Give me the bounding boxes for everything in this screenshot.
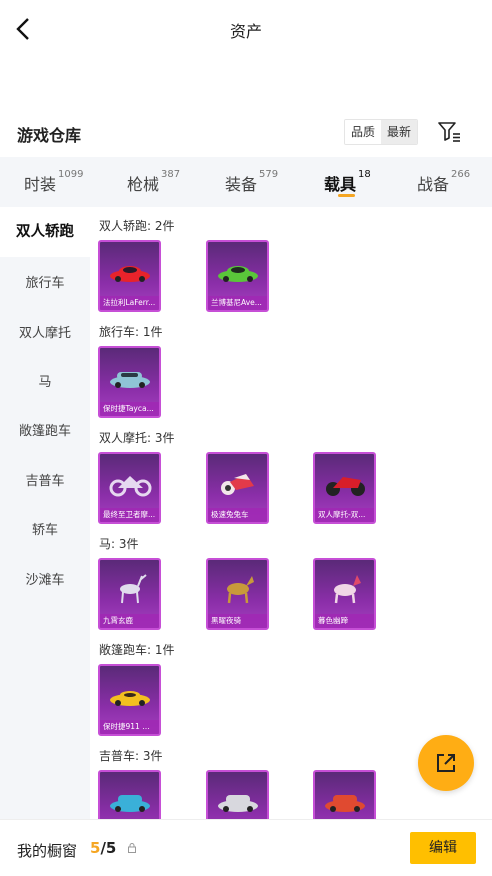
lock-icon <box>128 843 136 853</box>
vehicle-type-sidebar: 双人轿跑 旅行车 双人摩托 马 敞篷跑车 吉普车 轿车 沙滩车 <box>0 207 90 819</box>
vehicle-card[interactable]: 保时捷911 敞... <box>98 664 161 736</box>
tab-label: 枪械 <box>127 175 160 194</box>
vehicle-card[interactable] <box>206 770 269 819</box>
blue-suv-icon <box>110 795 150 812</box>
tab-count: 579 <box>259 169 279 180</box>
vehicle-card[interactable]: 黑曜夜骑 <box>206 558 269 630</box>
group-label: 双人轿跑: 2件 <box>99 219 175 233</box>
tab-label: 时装 <box>24 175 57 194</box>
sidebar-item-sedan[interactable]: 轿车 <box>0 519 90 538</box>
vehicle-card[interactable]: 双人摩托-双... <box>313 452 376 524</box>
group-label: 双人摩托: 3件 <box>99 431 175 445</box>
vehicle-card[interactable] <box>98 770 161 819</box>
tab-label: 装备 <box>225 175 258 194</box>
header: 资产 <box>0 0 492 60</box>
tab-weapons[interactable]: 枪械387 <box>127 169 181 195</box>
showcase-current: 5 <box>90 839 101 857</box>
vehicle-card[interactable] <box>313 770 376 819</box>
gold-horse-icon <box>227 576 254 604</box>
vehicle-card[interactable]: 保时捷Tayca... <box>98 346 161 418</box>
group-label: 旅行车: 1件 <box>99 325 163 339</box>
sidebar-item-horse[interactable]: 马 <box>0 371 90 390</box>
vehicle-name: 双人摩托-双... <box>315 508 374 522</box>
red-suv-icon <box>325 795 365 812</box>
sidebar-item-motorcycle[interactable]: 双人摩托 <box>0 322 90 341</box>
category-tabs: 时装1099 枪械387 装备579 载具18 战备266 <box>0 157 492 207</box>
tab-supplies[interactable]: 战备266 <box>417 169 471 195</box>
sidebar-item-beach-buggy[interactable]: 沙滩车 <box>0 569 90 588</box>
vehicle-name: 保时捷911 敞... <box>100 720 159 734</box>
sort-quality-option[interactable]: 品质 <box>345 120 382 144</box>
yellow-convertible-icon <box>110 691 150 706</box>
sort-newest-option[interactable]: 最新 <box>381 120 418 144</box>
silver-suv-icon <box>218 795 258 812</box>
vehicle-name: 九霄玄鹿 <box>100 614 159 628</box>
page-title: 资产 <box>229 22 262 41</box>
sidebar-item-wagon[interactable]: 旅行车 <box>0 272 90 291</box>
vehicle-card[interactable]: 法拉利LaFerr... <box>98 240 161 312</box>
pink-horse-icon <box>334 575 361 604</box>
tab-label: 战备 <box>417 175 450 194</box>
filter-icon[interactable] <box>436 119 462 143</box>
vehicle-card[interactable]: 最终至卫者摩... <box>98 452 161 524</box>
vehicle-name: 法拉利LaFerr... <box>100 296 159 310</box>
sidebar-item-jeep[interactable]: 吉普车 <box>0 470 90 489</box>
showcase-max: 5 <box>105 839 117 857</box>
edit-button[interactable]: 编辑 <box>410 832 476 864</box>
blue-wagon-car-icon <box>110 372 150 388</box>
silver-deer-icon <box>120 574 147 604</box>
share-button[interactable] <box>418 735 474 791</box>
section-title: 游戏仓库 <box>17 126 82 145</box>
red-sports-car-icon <box>110 266 150 282</box>
white-motorcycle-icon <box>109 476 152 497</box>
vehicle-card[interactable]: 九霄玄鹿 <box>98 558 161 630</box>
tab-vehicles[interactable]: 载具18 <box>324 169 371 195</box>
share-icon <box>437 754 455 772</box>
red-motorcycle-icon <box>326 477 365 496</box>
sidebar-item-convertible[interactable]: 敞篷跑车 <box>0 420 90 439</box>
tab-count: 18 <box>358 169 371 180</box>
sort-toggle: 品质 最新 <box>344 119 419 145</box>
group-label: 敞篷跑车: 1件 <box>99 643 175 657</box>
group-label: 马: 3件 <box>99 537 139 551</box>
tab-label: 载具 <box>324 175 357 194</box>
tab-fashion[interactable]: 时装1099 <box>24 169 84 195</box>
tab-count: 1099 <box>58 169 84 180</box>
vehicle-card[interactable]: 兰博基尼Ave... <box>206 240 269 312</box>
showcase-footer: 我的橱窗 5/5 编辑 <box>0 819 492 876</box>
showcase-label: 我的橱窗 <box>17 842 78 860</box>
vehicle-name: 黑曜夜骑 <box>208 614 267 628</box>
vehicle-card[interactable]: 极速兔兔车 <box>206 452 269 524</box>
tab-equipment[interactable]: 装备579 <box>225 169 279 195</box>
vehicle-grid: 双人轿跑: 2件 法拉利LaFerr... 兰博基尼Ave... 旅行车: 1件… <box>90 207 492 819</box>
pink-motorcycle-icon <box>221 474 254 495</box>
vehicle-name: 兰博基尼Ave... <box>208 296 267 310</box>
group-label: 吉普车: 3件 <box>99 749 163 763</box>
tab-count: 387 <box>161 169 181 180</box>
green-sports-car-icon <box>218 266 258 282</box>
vehicle-card[interactable]: 暮色幽蹄 <box>313 558 376 630</box>
vehicle-name: 最终至卫者摩... <box>100 508 159 522</box>
vehicle-name: 暮色幽蹄 <box>315 614 374 628</box>
showcase-count: 5/5 <box>90 839 116 857</box>
vehicle-name: 极速兔兔车 <box>208 508 267 522</box>
tab-count: 266 <box>451 169 471 180</box>
sidebar-item-coupe[interactable]: 双人轿跑 <box>0 207 90 257</box>
active-tab-indicator <box>338 194 355 197</box>
vehicle-name: 保时捷Tayca... <box>100 402 159 416</box>
